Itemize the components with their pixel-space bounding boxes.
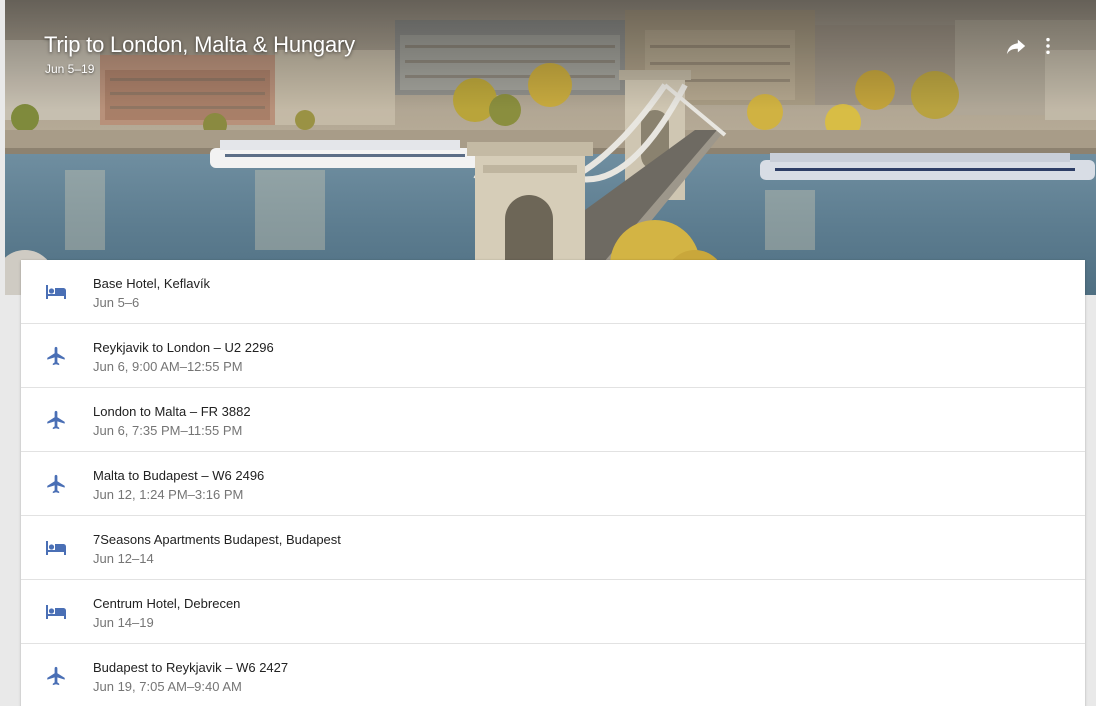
flight-icon [43, 408, 69, 432]
more-options-button[interactable] [1034, 32, 1062, 60]
trip-title: Trip to London, Malta & Hungary [44, 32, 355, 57]
itinerary-item-flight[interactable]: London to Malta – FR 3882 Jun 6, 7:35 PM… [21, 388, 1085, 452]
bed-icon [43, 600, 69, 624]
itinerary-item-hotel[interactable]: Centrum Hotel, Debrecen Jun 14–19 [21, 580, 1085, 644]
itinerary-list: Base Hotel, Keflavík Jun 5–6 Reykjavik t… [21, 260, 1085, 706]
itinerary-item-flight[interactable]: Malta to Budapest – W6 2496 Jun 12, 1:24… [21, 452, 1085, 516]
bed-icon [43, 280, 69, 304]
itinerary-item-flight[interactable]: Budapest to Reykjavik – W6 2427 Jun 19, … [21, 644, 1085, 706]
item-title: Base Hotel, Keflavík [93, 276, 211, 291]
item-title: Reykjavik to London – U2 2296 [93, 340, 274, 355]
item-subtitle: Jun 6, 7:35 PM–11:55 PM [93, 423, 243, 438]
flight-icon [43, 344, 69, 368]
item-title: 7Seasons Apartments Budapest, Budapest [93, 532, 341, 547]
item-subtitle: Jun 6, 9:00 AM–12:55 PM [93, 359, 243, 374]
more-vert-icon [1046, 37, 1050, 55]
item-subtitle: Jun 19, 7:05 AM–9:40 AM [93, 679, 242, 694]
flight-icon [43, 664, 69, 688]
share-button[interactable] [1002, 32, 1030, 60]
item-subtitle: Jun 14–19 [93, 615, 154, 630]
itinerary-item-hotel[interactable]: Base Hotel, Keflavík Jun 5–6 [21, 260, 1085, 324]
item-title: Budapest to Reykjavik – W6 2427 [93, 660, 289, 675]
item-subtitle: Jun 5–6 [93, 295, 140, 310]
item-title: Malta to Budapest – W6 2496 [93, 468, 265, 483]
hero-banner: Trip to London, Malta & Hungary Jun 5–19 [5, 0, 1096, 295]
item-title: London to Malta – FR 3882 [93, 404, 251, 419]
app-frame: Trip to London, Malta & Hungary Jun 5–19… [5, 0, 1096, 706]
item-subtitle: Jun 12–14 [93, 551, 154, 566]
share-icon [1006, 39, 1026, 55]
item-title: Centrum Hotel, Debrecen [93, 596, 241, 611]
flight-icon [43, 472, 69, 496]
bed-icon [43, 536, 69, 560]
itinerary-item-hotel[interactable]: 7Seasons Apartments Budapest, Budapest J… [21, 516, 1085, 580]
itinerary-item-flight[interactable]: Reykjavik to London – U2 2296 Jun 6, 9:0… [21, 324, 1085, 388]
item-subtitle: Jun 12, 1:24 PM–3:16 PM [93, 487, 244, 502]
trip-dates: Jun 5–19 [45, 62, 95, 76]
